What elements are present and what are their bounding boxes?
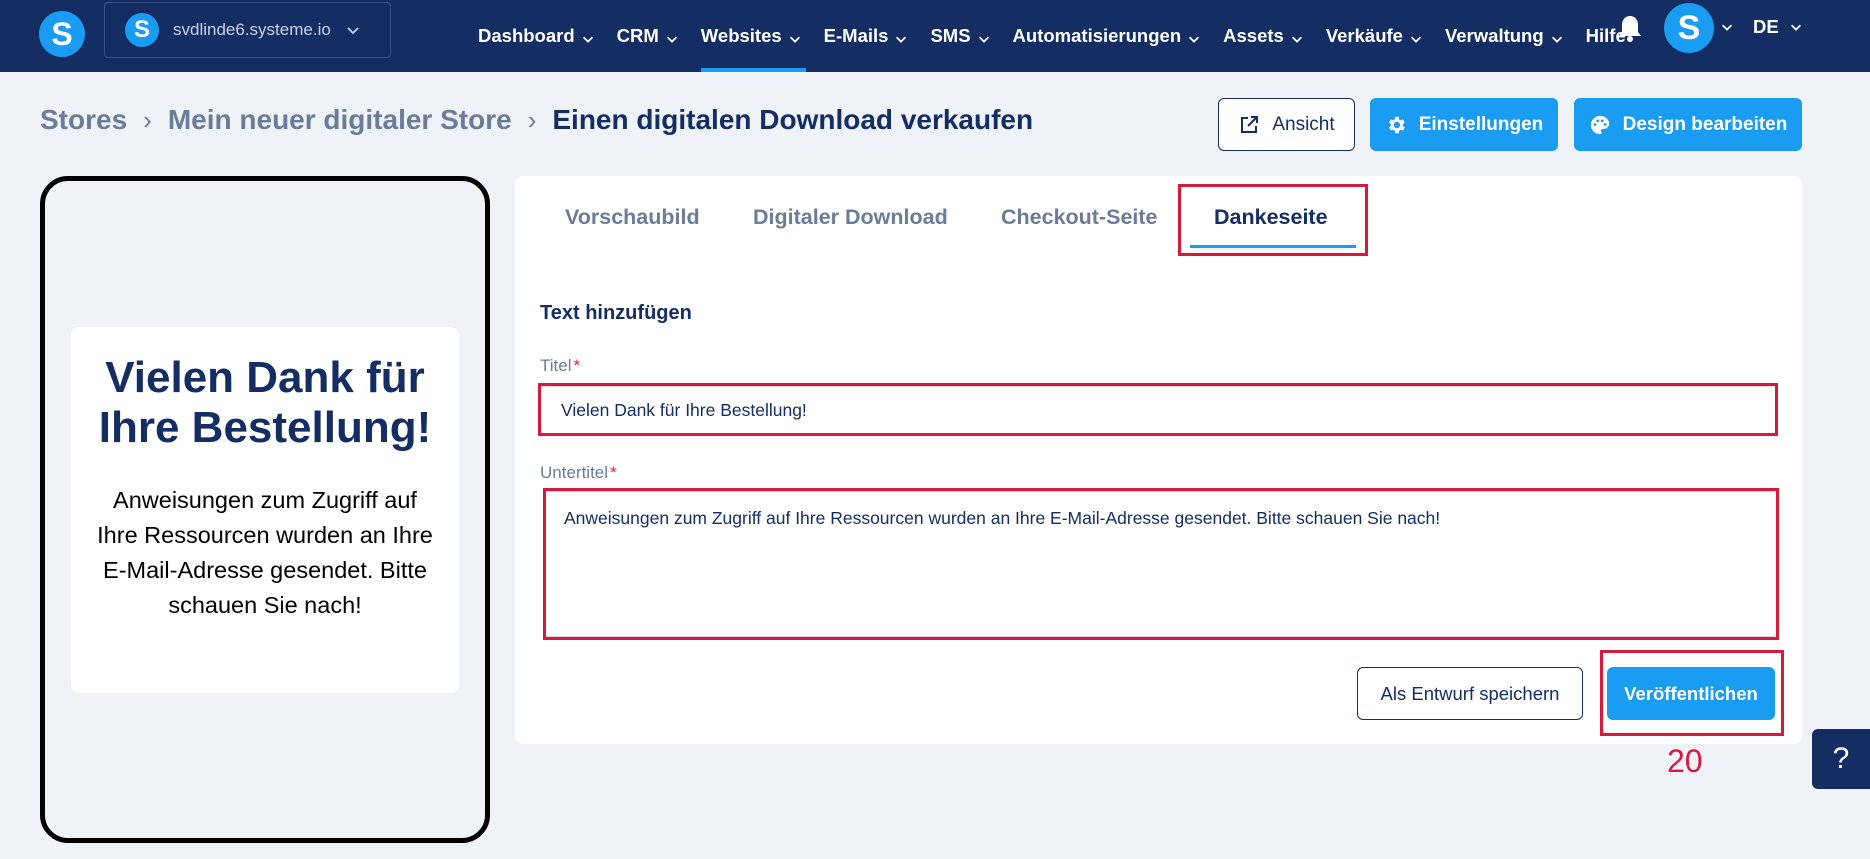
edit-design-button[interactable]: Design bearbeiten bbox=[1574, 98, 1802, 151]
publish-button-label: Veröffentlichen bbox=[1624, 682, 1758, 704]
breadcrumb-store[interactable]: Mein neuer digitaler Store bbox=[168, 104, 512, 136]
subtitle-textarea-value: Anweisungen zum Zugriff auf Ihre Ressour… bbox=[564, 508, 1441, 528]
subtitle-label-text: Untertitel bbox=[540, 463, 609, 482]
nav-label: Verwaltung bbox=[1444, 25, 1544, 46]
nav-label: CRM bbox=[616, 25, 659, 46]
nav-dashboard[interactable]: Dashboard bbox=[468, 0, 607, 72]
title-input[interactable]: Vielen Dank für Ihre Bestellung! bbox=[540, 386, 1777, 434]
chevron-down-icon bbox=[665, 29, 679, 43]
preview-subtitle: Anweisungen zum Zugriff auf Ihre Ressour… bbox=[97, 487, 433, 618]
nav-emails[interactable]: E-Mails bbox=[814, 0, 921, 72]
nav-sms[interactable]: SMS bbox=[920, 0, 1002, 72]
nav-crm[interactable]: CRM bbox=[607, 0, 691, 72]
systeme-logo[interactable]: S bbox=[39, 11, 85, 57]
editor-panel bbox=[515, 176, 1802, 744]
main-menu: Dashboard CRM Websites E-Mails SMS Autom… bbox=[468, 0, 1638, 72]
chevron-right-icon: › bbox=[143, 104, 152, 135]
nav-sales[interactable]: Verkäufe bbox=[1316, 0, 1435, 72]
subtitle-textarea[interactable]: Anweisungen zum Zugriff auf Ihre Ressour… bbox=[543, 491, 1777, 637]
gear-icon bbox=[1385, 114, 1407, 136]
save-draft-button[interactable]: Als Entwurf speichern bbox=[1357, 667, 1583, 720]
thank-you-preview-card: Vielen Dank für Ihre Bestellung! Anweisu… bbox=[71, 327, 459, 693]
title-input-value: Vielen Dank für Ihre Bestellung! bbox=[561, 399, 807, 420]
nav-assets[interactable]: Assets bbox=[1213, 0, 1316, 72]
nav-websites[interactable]: Websites bbox=[691, 0, 814, 72]
nav-label: Automatisierungen bbox=[1012, 25, 1182, 46]
chevron-down-icon[interactable] bbox=[1789, 20, 1803, 34]
subtitle-label: Untertitel * bbox=[540, 463, 617, 483]
view-button[interactable]: Ansicht bbox=[1218, 98, 1355, 151]
nav-label: SMS bbox=[930, 25, 971, 46]
bell-icon[interactable] bbox=[1617, 14, 1643, 42]
section-title: Text hinzufügen bbox=[540, 302, 692, 324]
nav-administration[interactable]: Verwaltung bbox=[1435, 0, 1576, 72]
breadcrumb: Stores › Mein neuer digitaler Store › Ei… bbox=[40, 104, 1033, 136]
external-link-icon bbox=[1238, 114, 1260, 136]
tab-digital-download[interactable]: Digitaler Download bbox=[753, 205, 948, 230]
domain-logo-icon: S bbox=[125, 13, 159, 47]
step-number: 20 bbox=[1667, 743, 1703, 779]
required-marker: * bbox=[610, 463, 617, 482]
chevron-down-icon bbox=[894, 29, 908, 43]
settings-button-label: Einstellungen bbox=[1418, 113, 1544, 135]
help-button[interactable]: ? bbox=[1812, 729, 1870, 789]
chevron-down-icon bbox=[1550, 29, 1564, 43]
edit-design-button-label: Design bearbeiten bbox=[1622, 113, 1788, 135]
tab-thank-you-page[interactable]: Dankeseite bbox=[1214, 205, 1328, 230]
chevron-down-icon bbox=[788, 29, 802, 43]
nav-label: Assets bbox=[1223, 25, 1284, 46]
top-navigation: S S svdlinde6.systeme.io Dashboard CRM W… bbox=[0, 0, 1870, 72]
nav-automations[interactable]: Automatisierungen bbox=[1003, 0, 1214, 72]
settings-button[interactable]: Einstellungen bbox=[1370, 98, 1558, 151]
publish-button[interactable]: Veröffentlichen bbox=[1607, 667, 1775, 720]
domain-selector[interactable]: S svdlinde6.systeme.io bbox=[104, 2, 391, 58]
nav-label: E-Mails bbox=[823, 25, 889, 46]
tab-thumbnail[interactable]: Vorschaubild bbox=[565, 205, 700, 230]
required-marker: * bbox=[573, 356, 581, 375]
active-tab-indicator bbox=[1190, 245, 1356, 248]
chevron-down-icon bbox=[1409, 29, 1423, 43]
title-label-text: Titel bbox=[540, 356, 572, 375]
chevron-right-icon: › bbox=[527, 104, 537, 135]
breadcrumb-stores[interactable]: Stores bbox=[40, 104, 127, 136]
tab-checkout-page[interactable]: Checkout-Seite bbox=[1001, 205, 1158, 230]
language-selector[interactable]: DE bbox=[1753, 16, 1779, 38]
chevron-down-icon bbox=[581, 29, 595, 43]
chevron-down-icon bbox=[1187, 29, 1201, 43]
nav-label: Verkäufe bbox=[1325, 25, 1403, 46]
title-label: Titel * bbox=[540, 356, 580, 376]
preview-title: Vielen Dank für Ihre Bestellung! bbox=[98, 353, 432, 452]
palette-icon bbox=[1589, 114, 1611, 136]
chevron-down-icon[interactable] bbox=[1720, 20, 1734, 34]
user-avatar[interactable]: S bbox=[1664, 3, 1714, 53]
domain-name: svdlinde6.systeme.io bbox=[173, 20, 331, 39]
chevron-down-icon bbox=[977, 29, 991, 43]
save-draft-button-label: Als Entwurf speichern bbox=[1380, 682, 1560, 704]
chevron-down-icon bbox=[1290, 29, 1304, 43]
nav-label: Websites bbox=[700, 25, 782, 46]
nav-label: Dashboard bbox=[478, 25, 575, 46]
chevron-down-icon bbox=[345, 22, 361, 38]
view-button-label: Ansicht bbox=[1272, 113, 1335, 135]
page-title: Einen digitalen Download verkaufen bbox=[552, 104, 1034, 135]
